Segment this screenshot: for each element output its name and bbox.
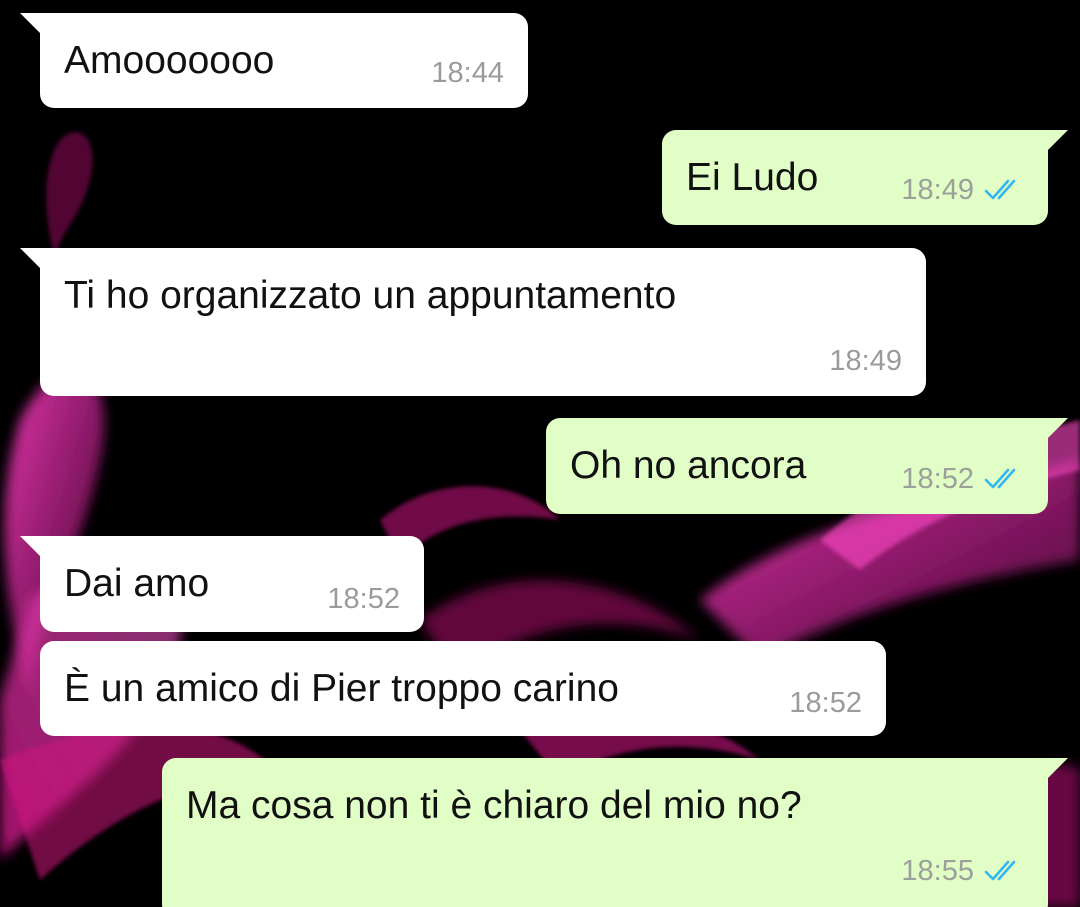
message-text: È un amico di Pier troppo carino xyxy=(64,667,619,710)
message-time: 18:55 xyxy=(901,854,974,887)
message-text: Amooooooo xyxy=(64,39,275,82)
bubble-tail xyxy=(1046,758,1068,780)
bubble-tail xyxy=(20,248,42,270)
message-time: 18:52 xyxy=(901,462,974,495)
message-text: Ti ho organizzato un appuntamento xyxy=(64,274,677,317)
message-text: Ma cosa non ti è chiaro del mio no? xyxy=(186,784,802,827)
bubble-tail xyxy=(1046,130,1068,152)
message-meta: 18:49 xyxy=(901,174,1024,207)
message-bubble-incoming[interactable]: Amooooooo 18:44 xyxy=(20,13,528,108)
message-text: Dai amo xyxy=(64,562,210,605)
read-double-check-icon xyxy=(984,469,1016,489)
bubble-tail xyxy=(1046,418,1068,440)
message-bubble-outgoing[interactable]: Ma cosa non ti è chiaro del mio no? 18:5… xyxy=(162,758,1068,907)
chat-view[interactable]: Amooooooo 18:44 Ei Ludo 18:49 Ti ho orga… xyxy=(0,0,1080,907)
message-time: 18:52 xyxy=(789,686,862,719)
message-meta: 18:44 xyxy=(431,57,504,90)
message-meta: 18:52 xyxy=(901,463,1024,496)
message-bubble-outgoing[interactable]: Oh no ancora 18:52 xyxy=(546,418,1068,514)
message-bubble-outgoing[interactable]: Ei Ludo 18:49 xyxy=(662,130,1068,225)
message-bubble-incoming[interactable]: È un amico di Pier troppo carino 18:52 xyxy=(40,641,886,736)
message-meta: 18:52 xyxy=(789,687,862,720)
message-bubble-incoming[interactable]: Dai amo 18:52 xyxy=(20,536,424,632)
bubble-tail xyxy=(20,536,42,558)
message-text: Ei Ludo xyxy=(686,156,819,199)
message-meta: 18:49 xyxy=(829,345,902,378)
message-meta: 18:55 xyxy=(901,855,1024,888)
message-text: Oh no ancora xyxy=(570,444,807,487)
message-time: 18:44 xyxy=(431,56,504,89)
bubble-tail xyxy=(20,13,42,35)
message-meta: 18:52 xyxy=(327,583,400,616)
read-double-check-icon xyxy=(984,861,1016,881)
message-time: 18:49 xyxy=(901,173,974,206)
message-time: 18:49 xyxy=(829,344,902,377)
message-bubble-incoming[interactable]: Ti ho organizzato un appuntamento 18:49 xyxy=(20,248,926,396)
read-double-check-icon xyxy=(984,180,1016,200)
message-time: 18:52 xyxy=(327,582,400,615)
